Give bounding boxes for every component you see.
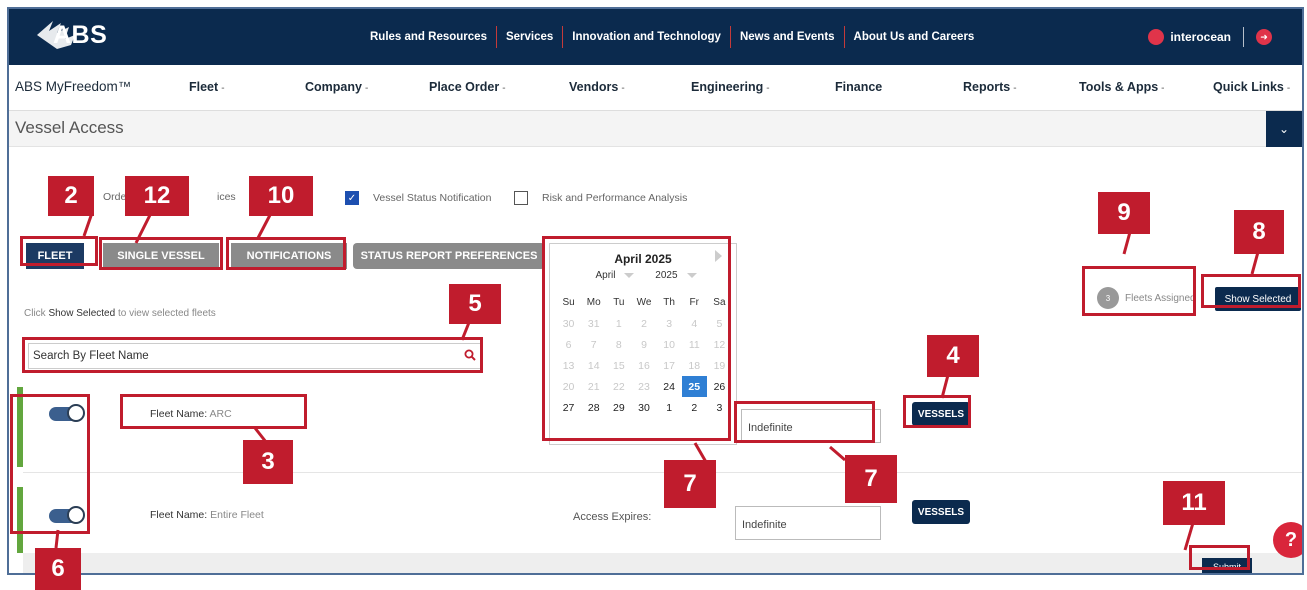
highlight-submit <box>1189 545 1250 570</box>
highlight-vessels-button <box>903 395 971 428</box>
highlight-calendar <box>542 236 731 441</box>
highlight-expires-field <box>734 401 875 443</box>
annotation-number: 9 <box>1098 192 1150 234</box>
annotation-number: 11 <box>1163 481 1225 525</box>
highlight-notifications-tab <box>226 237 346 270</box>
annotation-number: 4 <box>927 335 979 377</box>
annotation-number: 5 <box>449 284 501 324</box>
annotation-number: 2 <box>48 176 94 216</box>
annotation-number: 10 <box>249 176 313 216</box>
annotation-number: 12 <box>125 176 189 216</box>
highlight-show-selected <box>1201 274 1301 308</box>
highlight-search <box>22 337 483 373</box>
annotation-number: 7 <box>845 455 897 503</box>
annotation-number: 6 <box>35 548 81 590</box>
highlight-single-vessel-tab <box>99 237 223 270</box>
annotation-number: 8 <box>1234 210 1284 254</box>
highlight-fleet-name <box>120 394 307 429</box>
highlight-toggles <box>10 394 90 534</box>
annotation-number: 7 <box>664 460 716 508</box>
highlight-fleets-assigned <box>1082 266 1196 316</box>
annotation-number: 3 <box>243 440 293 484</box>
highlight-fleet-tab <box>20 236 98 266</box>
